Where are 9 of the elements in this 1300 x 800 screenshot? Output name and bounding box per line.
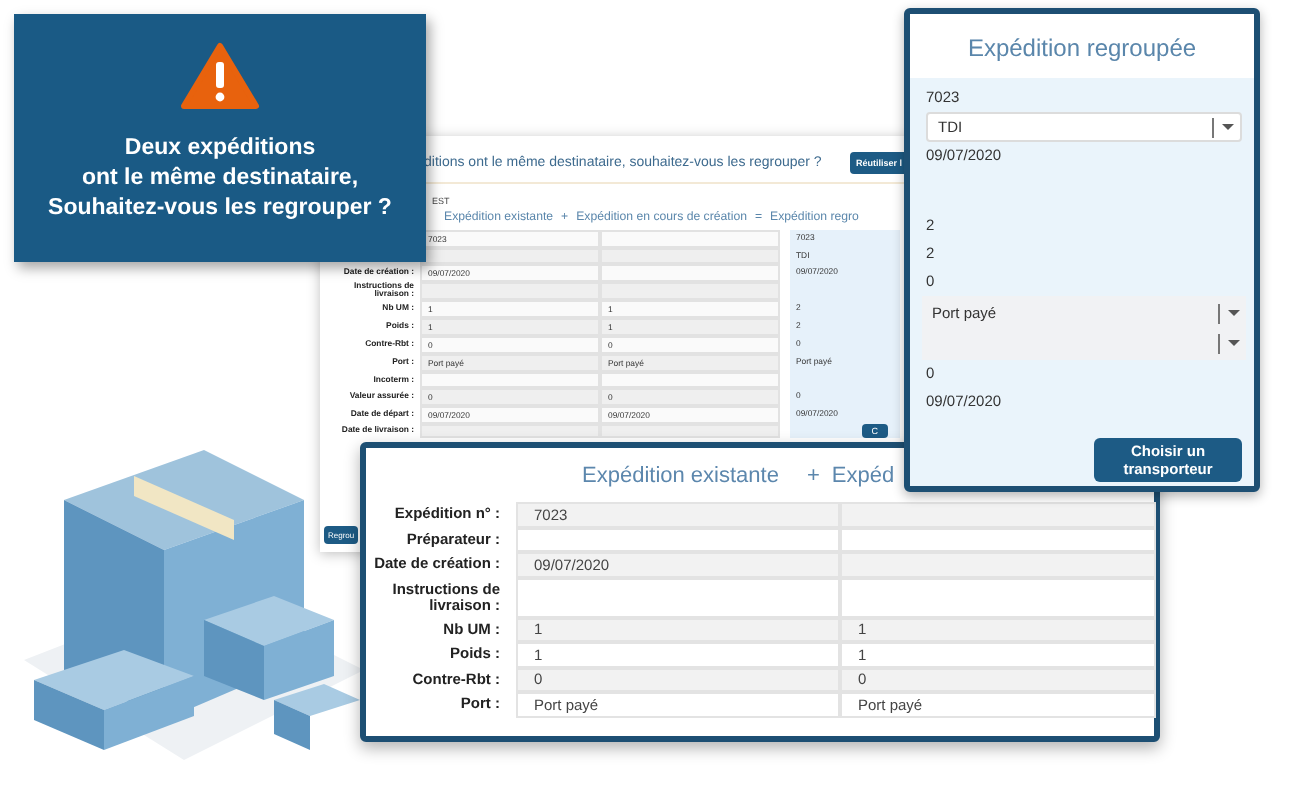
alert-message: Deux expéditions ont le même destinataire, Souhaitez-vous les regrouper ? bbox=[48, 134, 392, 224]
caret-icon bbox=[1228, 340, 1240, 346]
column-header: Expéd bbox=[831, 464, 895, 488]
panel-title: Expédition regroupée bbox=[965, 32, 1199, 66]
caret-icon bbox=[1222, 124, 1234, 130]
column-header: Expédition existante bbox=[582, 464, 779, 488]
operator-sign: + bbox=[806, 464, 820, 488]
warning-icon bbox=[180, 42, 260, 110]
caret-icon bbox=[1228, 310, 1240, 316]
